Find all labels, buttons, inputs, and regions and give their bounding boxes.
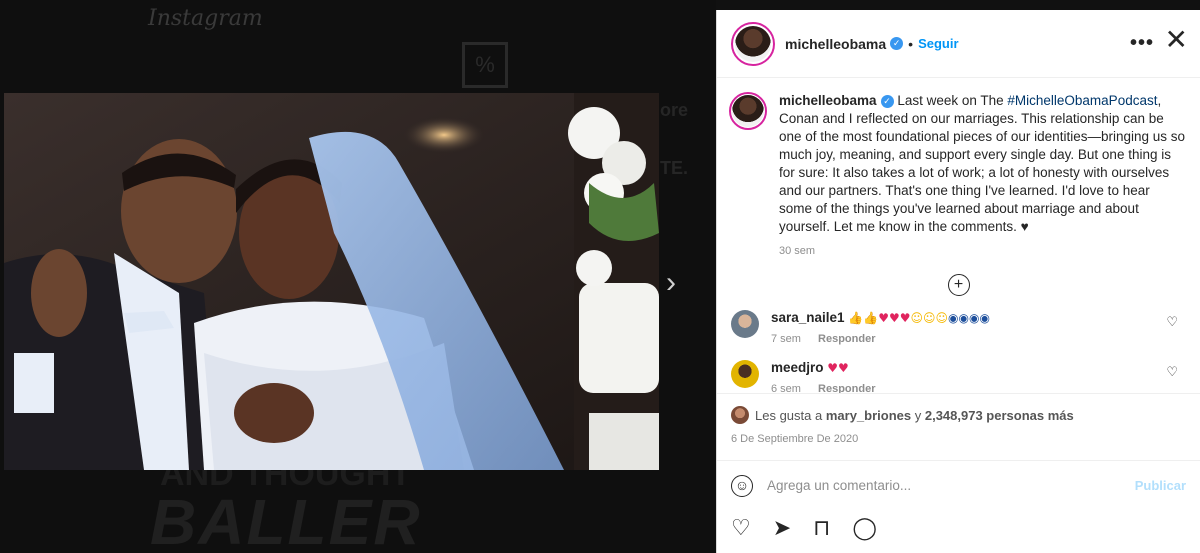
publish-button[interactable]: Publicar bbox=[1135, 478, 1186, 493]
caption-username[interactable]: michelleobama bbox=[779, 93, 877, 108]
comment-bubble-icon[interactable]: ◯ bbox=[852, 515, 877, 541]
avatar[interactable] bbox=[731, 310, 759, 338]
emoji-picker-icon[interactable]: ☺ bbox=[731, 474, 753, 497]
post-side-panel: michelleobama ✓ • Seguir ••• ✕ michelleo… bbox=[716, 10, 1200, 553]
background-text: ore bbox=[660, 100, 689, 120]
likes-conj: y bbox=[914, 407, 922, 423]
comment-username[interactable]: sara_naile1 bbox=[771, 310, 845, 325]
likes-count-link[interactable]: 2,348,973 personas más bbox=[925, 408, 1074, 423]
comment-body: meedjro ♥♥ 6 sem Responder bbox=[771, 360, 890, 393]
comment-username[interactable]: meedjro bbox=[771, 360, 824, 375]
comment-item: meedjro ♥♥ 6 sem Responder ♡ bbox=[717, 360, 1200, 393]
next-photo-arrow[interactable]: › bbox=[666, 268, 692, 298]
hashtag-link[interactable]: #MichelleObamaPodcast bbox=[1007, 93, 1157, 108]
wedding-photo bbox=[4, 93, 659, 470]
reply-button[interactable]: Responder bbox=[818, 383, 875, 393]
caption-timestamp: 30 sem bbox=[779, 245, 816, 257]
background-text: TE. bbox=[660, 158, 689, 178]
comment-meta: 7 sem Responder bbox=[771, 333, 990, 345]
comment-timestamp: 7 sem bbox=[771, 333, 801, 345]
avatar[interactable] bbox=[731, 360, 759, 388]
post-photo bbox=[4, 93, 659, 470]
black-heart-icon: ♥ bbox=[1020, 219, 1029, 234]
close-icon[interactable]: ✕ bbox=[1165, 26, 1188, 54]
more-options-icon[interactable]: ••• bbox=[1130, 32, 1154, 55]
likes-section: Les gusta a mary_briones y 2,348,973 per… bbox=[717, 393, 1200, 445]
post-actions: ♡ ➤ ⊓ ◯ bbox=[717, 515, 1200, 541]
background-box: % bbox=[462, 42, 508, 88]
evil-eye-emoji-icon: ◉◉◉◉ bbox=[948, 311, 990, 325]
heart-emoji-icon: ♥♥ bbox=[827, 361, 849, 375]
author-username[interactable]: michelleobama bbox=[785, 36, 886, 52]
comment-meta: 6 sem Responder bbox=[771, 383, 890, 393]
caption-body: michelleobama ✓ Last week on The #Michell… bbox=[779, 92, 1186, 260]
comment-body: sara_naile1 👍👍♥♥♥☺☺☺◉◉◉◉ 7 sem Responder bbox=[771, 310, 990, 345]
avatar bbox=[735, 25, 771, 62]
comment-item: sara_naile1 👍👍♥♥♥☺☺☺◉◉◉◉ 7 sem Responder… bbox=[717, 310, 1200, 345]
post-header: michelleobama ✓ • Seguir ••• ✕ bbox=[717, 10, 1200, 78]
share-send-icon[interactable]: ➤ bbox=[773, 515, 791, 541]
add-comment-bar: ☺ Publicar bbox=[717, 460, 1200, 510]
likes-user-link[interactable]: mary_briones bbox=[826, 408, 911, 423]
likes-prefix: Les gusta a bbox=[755, 407, 823, 423]
verified-badge-icon: ✓ bbox=[880, 95, 894, 108]
avatar bbox=[732, 95, 764, 127]
like-heart-icon[interactable]: ♡ bbox=[731, 515, 751, 541]
caption-text: Last week on The bbox=[897, 93, 1008, 108]
save-bookmark-icon[interactable]: ⊓ bbox=[813, 515, 830, 541]
thumbs-up-emoji-icon: 👍👍 bbox=[848, 311, 879, 325]
like-comment-heart-icon[interactable]: ♡ bbox=[1166, 364, 1178, 380]
follow-button[interactable]: Seguir bbox=[918, 36, 958, 51]
comment-input[interactable] bbox=[767, 478, 1127, 493]
instagram-logo: Instagram bbox=[148, 6, 263, 31]
separator-dot: • bbox=[908, 35, 914, 52]
avatar bbox=[731, 406, 749, 424]
load-more-comments-icon[interactable]: + bbox=[947, 274, 970, 296]
caption-text: , Conan and I reflected on our marriages… bbox=[779, 93, 1186, 234]
post-date: 6 De Septiembre De 2020 bbox=[731, 433, 859, 445]
author-avatar-ring[interactable] bbox=[731, 21, 775, 66]
caption-avatar-ring[interactable] bbox=[729, 92, 767, 130]
likes-summary: Les gusta a mary_briones y 2,348,973 per… bbox=[731, 406, 1186, 424]
reply-button[interactable]: Responder bbox=[818, 333, 875, 345]
verified-badge-icon: ✓ bbox=[890, 37, 904, 50]
background-text: BALLER bbox=[150, 486, 422, 553]
comment-timestamp: 6 sem bbox=[771, 383, 801, 393]
like-comment-heart-icon[interactable]: ♡ bbox=[1166, 314, 1178, 330]
smile-emoji-icon: ☺☺☺ bbox=[910, 311, 949, 325]
post-caption: michelleobama ✓ Last week on The #Michell… bbox=[717, 78, 1200, 260]
heart-emoji-icon: ♥♥♥ bbox=[878, 311, 911, 325]
